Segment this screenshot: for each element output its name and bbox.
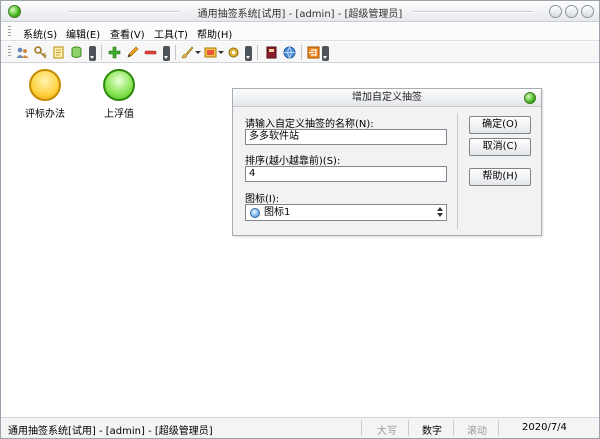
status-scroll: 滚动 bbox=[467, 426, 487, 437]
name-input[interactable]: 多多软件站 bbox=[245, 129, 447, 145]
toolbar-grip[interactable] bbox=[8, 46, 11, 58]
cancel-button[interactable]: 取消(C) bbox=[469, 138, 531, 156]
maximize-button[interactable] bbox=[565, 5, 578, 18]
order-input[interactable]: 4 bbox=[245, 166, 447, 182]
dialog-orb-icon[interactable] bbox=[524, 92, 536, 104]
exit-icon[interactable] bbox=[307, 46, 320, 59]
toolbar-overflow-1[interactable] bbox=[89, 46, 96, 61]
title-decor-right bbox=[413, 11, 533, 13]
remove-icon[interactable] bbox=[144, 46, 157, 59]
yellow-circle-icon[interactable] bbox=[29, 69, 61, 101]
tag-item[interactable]: 上浮值 bbox=[89, 69, 149, 120]
help-button[interactable]: 帮助(H) bbox=[469, 168, 531, 186]
toolbar-overflow-2[interactable] bbox=[163, 46, 170, 61]
menu-view[interactable]: 查看(V) bbox=[110, 26, 145, 41]
name-label: 请输入自定义抽签的名称(N): bbox=[245, 119, 374, 130]
icon-select[interactable]: 图标1 bbox=[245, 204, 447, 221]
toolbar-separator-3 bbox=[257, 45, 258, 60]
database-icon[interactable] bbox=[70, 46, 83, 59]
status-divider bbox=[453, 420, 454, 436]
main-window: 通用抽签系统[试用] - [admin] - [超级管理员] 系统(S) 编辑(… bbox=[0, 0, 600, 439]
users-icon[interactable] bbox=[16, 46, 29, 59]
key-icon[interactable] bbox=[34, 46, 47, 59]
status-date: 2020/7/4 bbox=[522, 422, 567, 433]
menu-tools[interactable]: 工具(T) bbox=[154, 26, 188, 41]
minimize-button[interactable] bbox=[549, 5, 562, 18]
blue-circle-icon bbox=[250, 208, 260, 218]
edit-pencil-icon[interactable] bbox=[126, 46, 139, 59]
menu-edit[interactable]: 编辑(E) bbox=[66, 26, 100, 41]
title-bar[interactable]: 通用抽签系统[试用] - [admin] - [超级管理员] bbox=[1, 1, 599, 22]
dialog-title[interactable]: 增加自定义抽签 bbox=[233, 89, 541, 107]
notepad-icon[interactable] bbox=[52, 46, 65, 59]
close-button[interactable] bbox=[581, 5, 594, 18]
brush-icon[interactable] bbox=[181, 46, 194, 59]
select-arrows-icon[interactable] bbox=[437, 206, 443, 219]
order-label: 排序(越小越靠前)(S): bbox=[245, 156, 341, 167]
menu-help[interactable]: 帮助(H) bbox=[197, 26, 232, 41]
status-caps: 大写 bbox=[377, 426, 397, 437]
toolbar-overflow-3[interactable] bbox=[245, 46, 252, 61]
green-circle-icon[interactable] bbox=[103, 69, 135, 101]
status-divider bbox=[361, 420, 362, 436]
toolbar-separator bbox=[101, 45, 102, 60]
tag-label: 评标办法 bbox=[25, 109, 65, 120]
frame-dropdown-arrow[interactable] bbox=[218, 51, 224, 54]
menu-bar: 系统(S) 编辑(E) 查看(V) 工具(T) 帮助(H) bbox=[1, 23, 599, 41]
status-divider bbox=[408, 420, 409, 436]
tag-item[interactable]: 评标办法 bbox=[15, 69, 75, 120]
status-divider bbox=[498, 420, 499, 436]
ok-button[interactable]: 确定(O) bbox=[469, 116, 531, 134]
book-icon[interactable] bbox=[265, 46, 278, 59]
frame-icon[interactable] bbox=[204, 46, 217, 59]
status-bar: 通用抽签系统[试用] - [admin] - [超级管理员] 大写 数字 滚动 … bbox=[1, 417, 599, 438]
toolbar-separator-4 bbox=[301, 45, 302, 60]
gear-icon[interactable] bbox=[227, 46, 240, 59]
toolbar-overflow-4[interactable] bbox=[322, 46, 329, 61]
icon-select-value: 图标1 bbox=[264, 207, 291, 218]
toolbar bbox=[1, 42, 599, 63]
icon-label: 图标(I): bbox=[245, 194, 280, 205]
status-app-text: 通用抽签系统[试用] - [admin] - [超级管理员] bbox=[8, 426, 213, 437]
toolbar-separator-2 bbox=[175, 45, 176, 60]
status-num: 数字 bbox=[422, 426, 442, 437]
add-icon[interactable] bbox=[108, 46, 121, 59]
globe-icon[interactable] bbox=[283, 46, 296, 59]
add-custom-draw-dialog: 增加自定义抽签 请输入自定义抽签的名称(N): 多多软件站 排序(越小越靠前)(… bbox=[232, 88, 542, 236]
menu-grip[interactable] bbox=[8, 26, 11, 38]
menu-system[interactable]: 系统(S) bbox=[23, 26, 57, 41]
tag-label: 上浮值 bbox=[104, 109, 134, 120]
dialog-divider bbox=[457, 113, 458, 229]
brush-dropdown-arrow[interactable] bbox=[195, 51, 201, 54]
